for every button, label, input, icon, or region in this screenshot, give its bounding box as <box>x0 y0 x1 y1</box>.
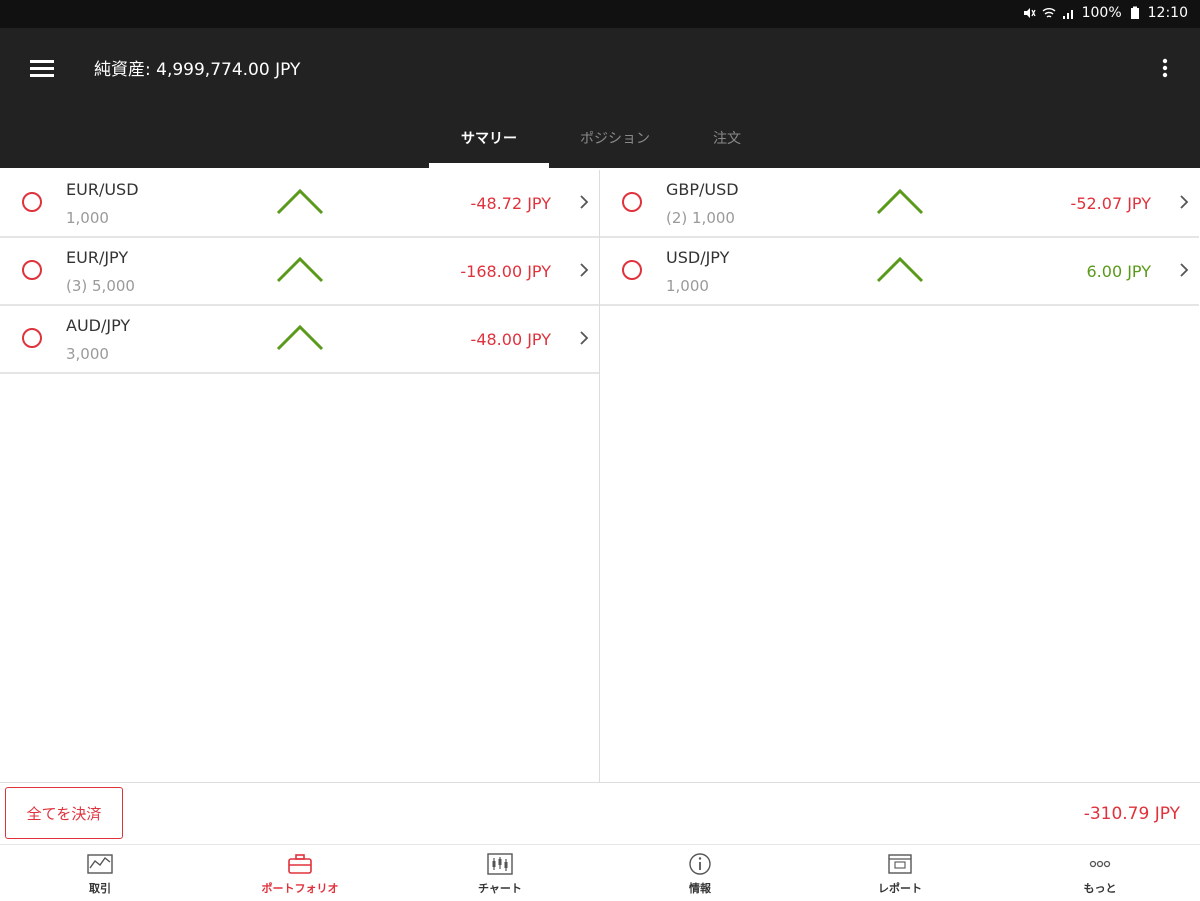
tab-bar: サマリー ポジション 注文 <box>0 114 1200 168</box>
chevron-right-icon <box>580 195 589 209</box>
info-icon <box>689 853 711 875</box>
wifi-icon <box>1042 8 1056 18</box>
nav-label: チャート <box>478 882 522 895</box>
status-right: 100% 12:10 <box>1022 5 1188 21</box>
trend-up-icon <box>876 256 924 283</box>
position-quantity: 3,000 <box>66 345 109 363</box>
position-row[interactable]: USD/JPY 1,000 6.00 JPY <box>600 238 1199 306</box>
close-all-button[interactable]: 全てを決済 <box>5 787 123 839</box>
profit-loss-value: -48.72 JPY <box>470 194 551 213</box>
nav-report[interactable]: レポート <box>800 845 1000 901</box>
profit-loss-value: 6.00 JPY <box>1086 262 1152 281</box>
nav-label: 情報 <box>689 882 711 895</box>
chevron-right-icon <box>580 263 589 277</box>
status-bar: 100% 12:10 <box>0 0 1200 28</box>
currency-pair: USD/JPY <box>666 248 730 267</box>
nav-more[interactable]: もっと <box>1000 845 1200 901</box>
tab-summary[interactable]: サマリー <box>429 114 549 168</box>
chevron-right-icon <box>1180 195 1189 209</box>
tab-positions[interactable]: ポジション <box>559 114 671 168</box>
currency-pair: EUR/USD <box>66 180 139 199</box>
nav-label: ポートフォリオ <box>261 882 339 895</box>
position-status-circle-icon <box>22 192 42 212</box>
currency-pair: GBP/USD <box>666 180 739 199</box>
nav-info[interactable]: 情報 <box>600 845 800 901</box>
mute-icon <box>1023 8 1036 18</box>
positions-column-right: GBP/USD (2) 1,000 -52.07 JPY USD/JPY 1,0… <box>600 170 1199 782</box>
profit-loss-value: -52.07 JPY <box>1070 194 1151 213</box>
position-row[interactable]: AUD/JPY 3,000 -48.00 JPY <box>0 306 599 374</box>
more-dots-icon <box>1089 860 1111 868</box>
bottom-navigation: 取引 ポートフォリオ チャート 情報 レポート もっと <box>0 844 1200 901</box>
positions-column-left: EUR/USD 1,000 -48.72 JPY EUR/JPY (3) 5,0… <box>0 170 600 782</box>
hamburger-menu-icon <box>30 60 54 77</box>
briefcase-icon <box>288 854 312 874</box>
chevron-right-icon <box>1180 263 1189 277</box>
tab-orders[interactable]: 注文 <box>681 114 773 168</box>
position-row[interactable]: GBP/USD (2) 1,000 -52.07 JPY <box>600 170 1199 238</box>
currency-pair: EUR/JPY <box>66 248 129 267</box>
position-status-circle-icon <box>622 192 642 212</box>
total-profit-loss: -310.79 JPY <box>1083 804 1180 824</box>
currency-pair: AUD/JPY <box>66 316 131 335</box>
nav-label: 取引 <box>89 882 111 895</box>
trend-up-icon <box>276 324 324 351</box>
menu-button[interactable] <box>22 52 62 84</box>
overflow-menu-button[interactable] <box>1150 52 1180 84</box>
clock: 12:10 <box>1147 5 1188 21</box>
profit-loss-value: -168.00 JPY <box>460 262 551 281</box>
report-icon <box>888 854 912 874</box>
position-row[interactable]: EUR/JPY (3) 5,000 -168.00 JPY <box>0 238 599 306</box>
position-quantity: (3) 5,000 <box>66 277 135 295</box>
nav-label: レポート <box>878 882 922 895</box>
battery-icon <box>1130 6 1139 19</box>
nav-label: もっと <box>1083 882 1117 895</box>
position-quantity: (2) 1,000 <box>666 209 735 227</box>
position-status-circle-icon <box>622 260 642 280</box>
net-assets-title: 純資産: 4,999,774.00 JPY <box>94 60 301 80</box>
trend-up-icon <box>276 256 324 283</box>
summary-footer: 全てを決済 -310.79 JPY <box>0 782 1200 845</box>
nav-portfolio[interactable]: ポートフォリオ <box>200 845 400 901</box>
signal-icon <box>1062 10 1073 19</box>
app-bar: 純資産: 4,999,774.00 JPY サマリー ポジション 注文 <box>0 28 1200 168</box>
chart-icon <box>487 853 513 875</box>
trend-up-icon <box>276 188 324 215</box>
position-status-circle-icon <box>22 328 42 348</box>
position-row[interactable]: EUR/USD 1,000 -48.72 JPY <box>0 170 599 238</box>
vertical-dots-icon <box>1162 58 1168 78</box>
trade-icon <box>87 854 113 874</box>
position-quantity: 1,000 <box>666 277 709 295</box>
summary-content: EUR/USD 1,000 -48.72 JPY EUR/JPY (3) 5,0… <box>0 170 1200 782</box>
position-quantity: 1,000 <box>66 209 109 227</box>
position-status-circle-icon <box>22 260 42 280</box>
battery-level: 100% <box>1081 5 1122 21</box>
nav-chart[interactable]: チャート <box>400 845 600 901</box>
chevron-right-icon <box>580 331 589 345</box>
nav-trade[interactable]: 取引 <box>0 845 200 901</box>
profit-loss-value: -48.00 JPY <box>470 330 551 349</box>
trend-up-icon <box>876 188 924 215</box>
